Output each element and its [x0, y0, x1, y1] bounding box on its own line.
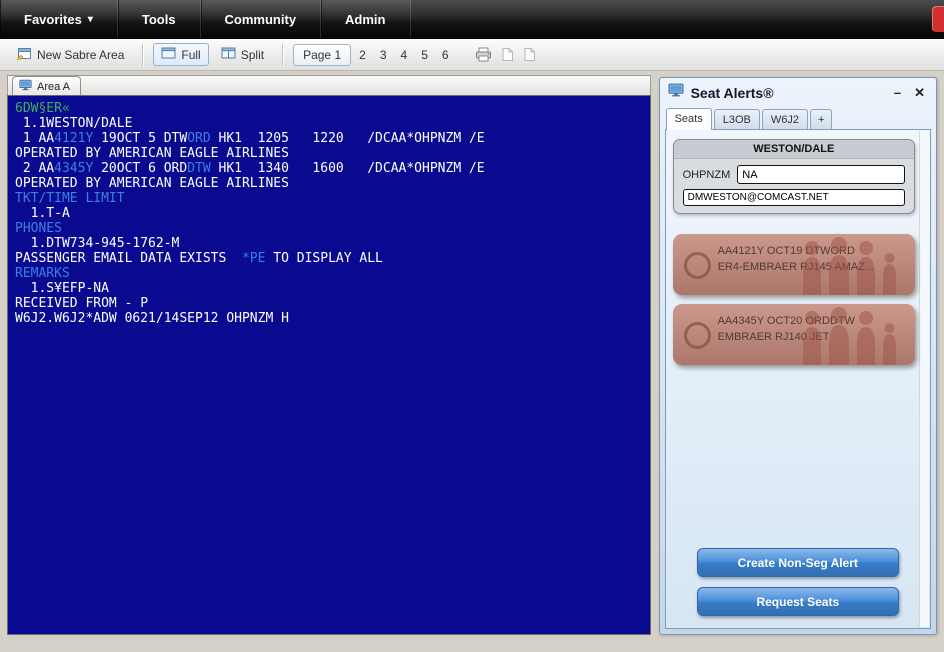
- tab-area-a[interactable]: Area A: [12, 76, 82, 95]
- alert-radio-circle[interactable]: [683, 322, 711, 349]
- terminal-line: 1.1WESTON/DALE: [15, 116, 133, 131]
- seat-alert-card[interactable]: AA4345Y OCT20 ORDDTW EMBRAER RJ140 JET: [673, 304, 915, 365]
- request-seats-button[interactable]: Request Seats: [696, 587, 899, 616]
- menu-items: Favorites ▾ Tools Community Admin: [0, 0, 411, 38]
- alert-list: AA4121Y OCT19 DTWORD ER4-EMBRAER RJ145 AM…: [673, 234, 915, 365]
- terminal-line: 1.T-A: [15, 206, 70, 221]
- menu-item-label: Community: [224, 11, 297, 27]
- terminal-line: 6DW§ER«: [15, 101, 70, 116]
- panel-body: WESTON/DALE OHPNZM AA4121Y OCT19 DTWORDE…: [664, 129, 931, 629]
- application-window: Favorites ▾ Tools Community Admin New Sabre …: [0, 0, 944, 652]
- tab-seats[interactable]: Seats: [665, 108, 712, 130]
- minimize-button[interactable]: –: [891, 85, 904, 100]
- full-view-button[interactable]: Full: [153, 43, 209, 66]
- paste-icon[interactable]: [523, 47, 536, 62]
- full-view-label: Full: [181, 47, 201, 62]
- seat-alerts-panel: Seat Alerts® – ✕ Seats L3OB W6J2 + WESTON/D…: [658, 77, 937, 635]
- terminal-line: PHONES: [15, 221, 62, 236]
- copy-icon[interactable]: [501, 47, 514, 62]
- terminal-line: OPERATED BY AMERICAN EAGLE AIRLINES: [15, 176, 289, 191]
- family-silhouette-icon: [803, 237, 896, 295]
- terminal-line: 1 AA4121Y 19OCT 5 DTWORD HK1 1205 1220 /…: [15, 131, 485, 146]
- create-non-seg-alert-button[interactable]: Create Non-Seg Alert: [696, 548, 899, 577]
- printer-icon[interactable]: [475, 47, 492, 62]
- email-input[interactable]: [682, 189, 905, 206]
- alert-radio-circle[interactable]: [683, 252, 711, 279]
- panel-buttons: Create Non-Seg Alert Request Seats: [673, 548, 923, 620]
- menu-item-label: Tools: [141, 11, 176, 27]
- monitor-icon: [19, 79, 32, 94]
- menu-item-tools[interactable]: Tools: [117, 0, 201, 38]
- terminal-line: PASSENGER EMAIL DATA EXISTS *PE TO DISPL…: [15, 251, 383, 266]
- page-tab-page-1[interactable]: Page 1: [293, 43, 352, 66]
- tab-w6j2[interactable]: W6J2: [761, 109, 808, 129]
- panel-tabs: Seats L3OB W6J2 +: [660, 105, 936, 130]
- top-menu-bar: Favorites ▾ Tools Community Admin: [0, 0, 944, 39]
- tab-l3ob[interactable]: L3OB: [713, 109, 760, 129]
- split-window-icon: [221, 47, 236, 62]
- terminal-line: 1.DTW734-945-1762-M: [15, 236, 180, 251]
- pnr-row: OHPNZM: [674, 159, 914, 184]
- new-window-icon: [16, 47, 32, 63]
- page-tab-6[interactable]: 6: [436, 45, 455, 65]
- page-tab-4[interactable]: 4: [395, 45, 414, 65]
- notification-badge: [932, 6, 944, 32]
- terminal-line: 2 AA4345Y 20OCT 6 ORDDTW HK1 1340 1600 /…: [15, 161, 485, 176]
- toolbar-icons: [475, 47, 536, 62]
- tab-add[interactable]: +: [810, 109, 833, 129]
- panel-title: Seat Alerts®: [690, 84, 774, 101]
- monitor-icon: [668, 83, 684, 102]
- split-view-label: Split: [240, 47, 265, 62]
- pnr-box: WESTON/DALE OHPNZM: [672, 139, 915, 214]
- menu-item-community[interactable]: Community: [200, 0, 322, 38]
- close-icon[interactable]: ✕: [911, 85, 928, 101]
- full-window-icon: [161, 47, 176, 62]
- main-content: Area A 6DW§ER« 1.1WESTON/DALE 1 AA4121Y …: [0, 71, 944, 635]
- menu-item-label: Admin: [345, 11, 386, 27]
- menu-item-favorites[interactable]: Favorites ▾: [0, 0, 118, 38]
- toolbar: New Sabre Area Full Split Page 123456: [0, 39, 944, 71]
- menu-item-admin[interactable]: Admin: [321, 0, 411, 38]
- terminal-tab-label: Area A: [37, 80, 71, 93]
- family-silhouette-icon: [803, 307, 896, 365]
- record-locator: OHPNZM: [682, 168, 731, 181]
- toolbar-separator: [282, 43, 284, 66]
- page-tab-5[interactable]: 5: [415, 45, 434, 65]
- terminal-line: 1.S¥EFP-NA: [15, 281, 109, 296]
- pnr-field-input[interactable]: [737, 165, 905, 184]
- terminal-tab-strip: Area A: [7, 75, 651, 95]
- terminal-area: Area A 6DW§ER« 1.1WESTON/DALE 1 AA4121Y …: [7, 75, 651, 635]
- toolbar-separator: [142, 43, 144, 66]
- terminal-line: REMARKS: [15, 266, 70, 281]
- panel-header: Seat Alerts® – ✕: [660, 78, 936, 105]
- page-tab-2[interactable]: 2: [353, 45, 372, 65]
- scrollbar[interactable]: [919, 131, 929, 627]
- terminal-line: RECEIVED FROM - P: [15, 296, 149, 311]
- terminal-line: OPERATED BY AMERICAN EAGLE AIRLINES: [15, 146, 289, 161]
- page-tabs: Page 123456: [293, 43, 455, 66]
- terminal-line: TKT/TIME LIMIT: [15, 191, 125, 206]
- split-view-button[interactable]: Split: [213, 43, 272, 66]
- terminal-screen[interactable]: 6DW§ER« 1.1WESTON/DALE 1 AA4121Y 19OCT 5…: [7, 95, 651, 635]
- seat-alert-card[interactable]: AA4121Y OCT19 DTWORD ER4-EMBRAER RJ145 AM…: [673, 234, 915, 295]
- menu-item-label: Favorites: [24, 11, 82, 27]
- new-sabre-area-button[interactable]: New Sabre Area: [8, 43, 132, 67]
- page-tab-3[interactable]: 3: [374, 45, 393, 65]
- passenger-name: WESTON/DALE: [673, 140, 914, 159]
- chevron-down-icon: ▾: [87, 13, 93, 25]
- terminal-line: W6J2.W6J2*ADW 0621/14SEP12 OHPNZM H: [15, 311, 289, 326]
- new-sabre-area-label: New Sabre Area: [37, 47, 125, 62]
